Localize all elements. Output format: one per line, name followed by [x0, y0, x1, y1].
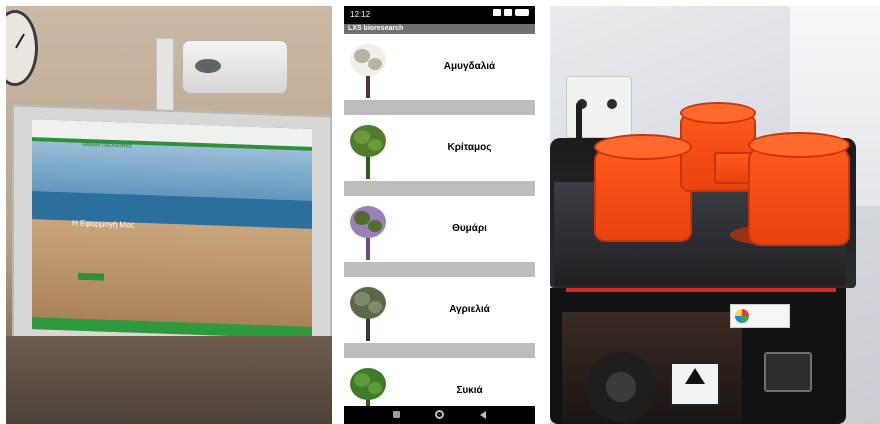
wifi-icon [504, 9, 512, 16]
signal-icon [493, 9, 501, 16]
wall-clock [6, 10, 38, 86]
whiteboard: GREEN TREASURES Η Εφαρμογή Μας [12, 104, 332, 372]
plant-list-item[interactable]: Κρίταμος [344, 115, 535, 181]
classroom-projection-photo: GREEN TREASURES Η Εφαρμογή Μας [6, 6, 332, 424]
list-divider [344, 100, 535, 115]
plant-list-item[interactable]: Θυμάρι [344, 196, 535, 262]
3d-printer-photo [550, 6, 880, 424]
plant-name: Κρίταμος [447, 142, 492, 153]
printer-display [764, 352, 812, 392]
projected-website: GREEN TREASURES Η Εφαρμογή Μας [32, 119, 312, 339]
rock-samphire-photo [345, 117, 391, 181]
back-icon[interactable] [480, 411, 486, 419]
status-icons [493, 9, 529, 16]
battery-icon [515, 9, 529, 16]
status-time: 12:12 [350, 10, 371, 19]
plant-name: Θυμάρι [452, 223, 487, 234]
home-icon[interactable] [435, 410, 444, 419]
status-bar: 12:12 [344, 6, 535, 24]
navigation-bar [344, 406, 535, 424]
list-divider [344, 262, 535, 277]
brand-sticker [730, 304, 790, 328]
phone-screenshot: 12:12 LXS bioresearch Αμυγδαλιά Κρίταμος Θ… [344, 6, 535, 424]
list-divider [344, 343, 535, 358]
app-title-bar: LXS bioresearch [344, 24, 535, 34]
plant-name: Αγριελιά [449, 304, 490, 315]
plant-list-item[interactable]: Αγριελιά [344, 277, 535, 343]
wild-olive-photo [345, 279, 391, 343]
almond-tree-photo [345, 36, 391, 100]
list-divider [344, 181, 535, 196]
filament-spool [586, 352, 656, 422]
caution-sticker [670, 362, 720, 406]
website-hero-button [78, 272, 104, 281]
plant-name: Αμυγδαλιά [443, 61, 496, 72]
projector [182, 40, 288, 94]
recent-apps-icon[interactable] [393, 411, 400, 418]
plant-list-item[interactable]: Αμυγδαλιά [344, 34, 535, 100]
thyme-photo [345, 198, 391, 262]
